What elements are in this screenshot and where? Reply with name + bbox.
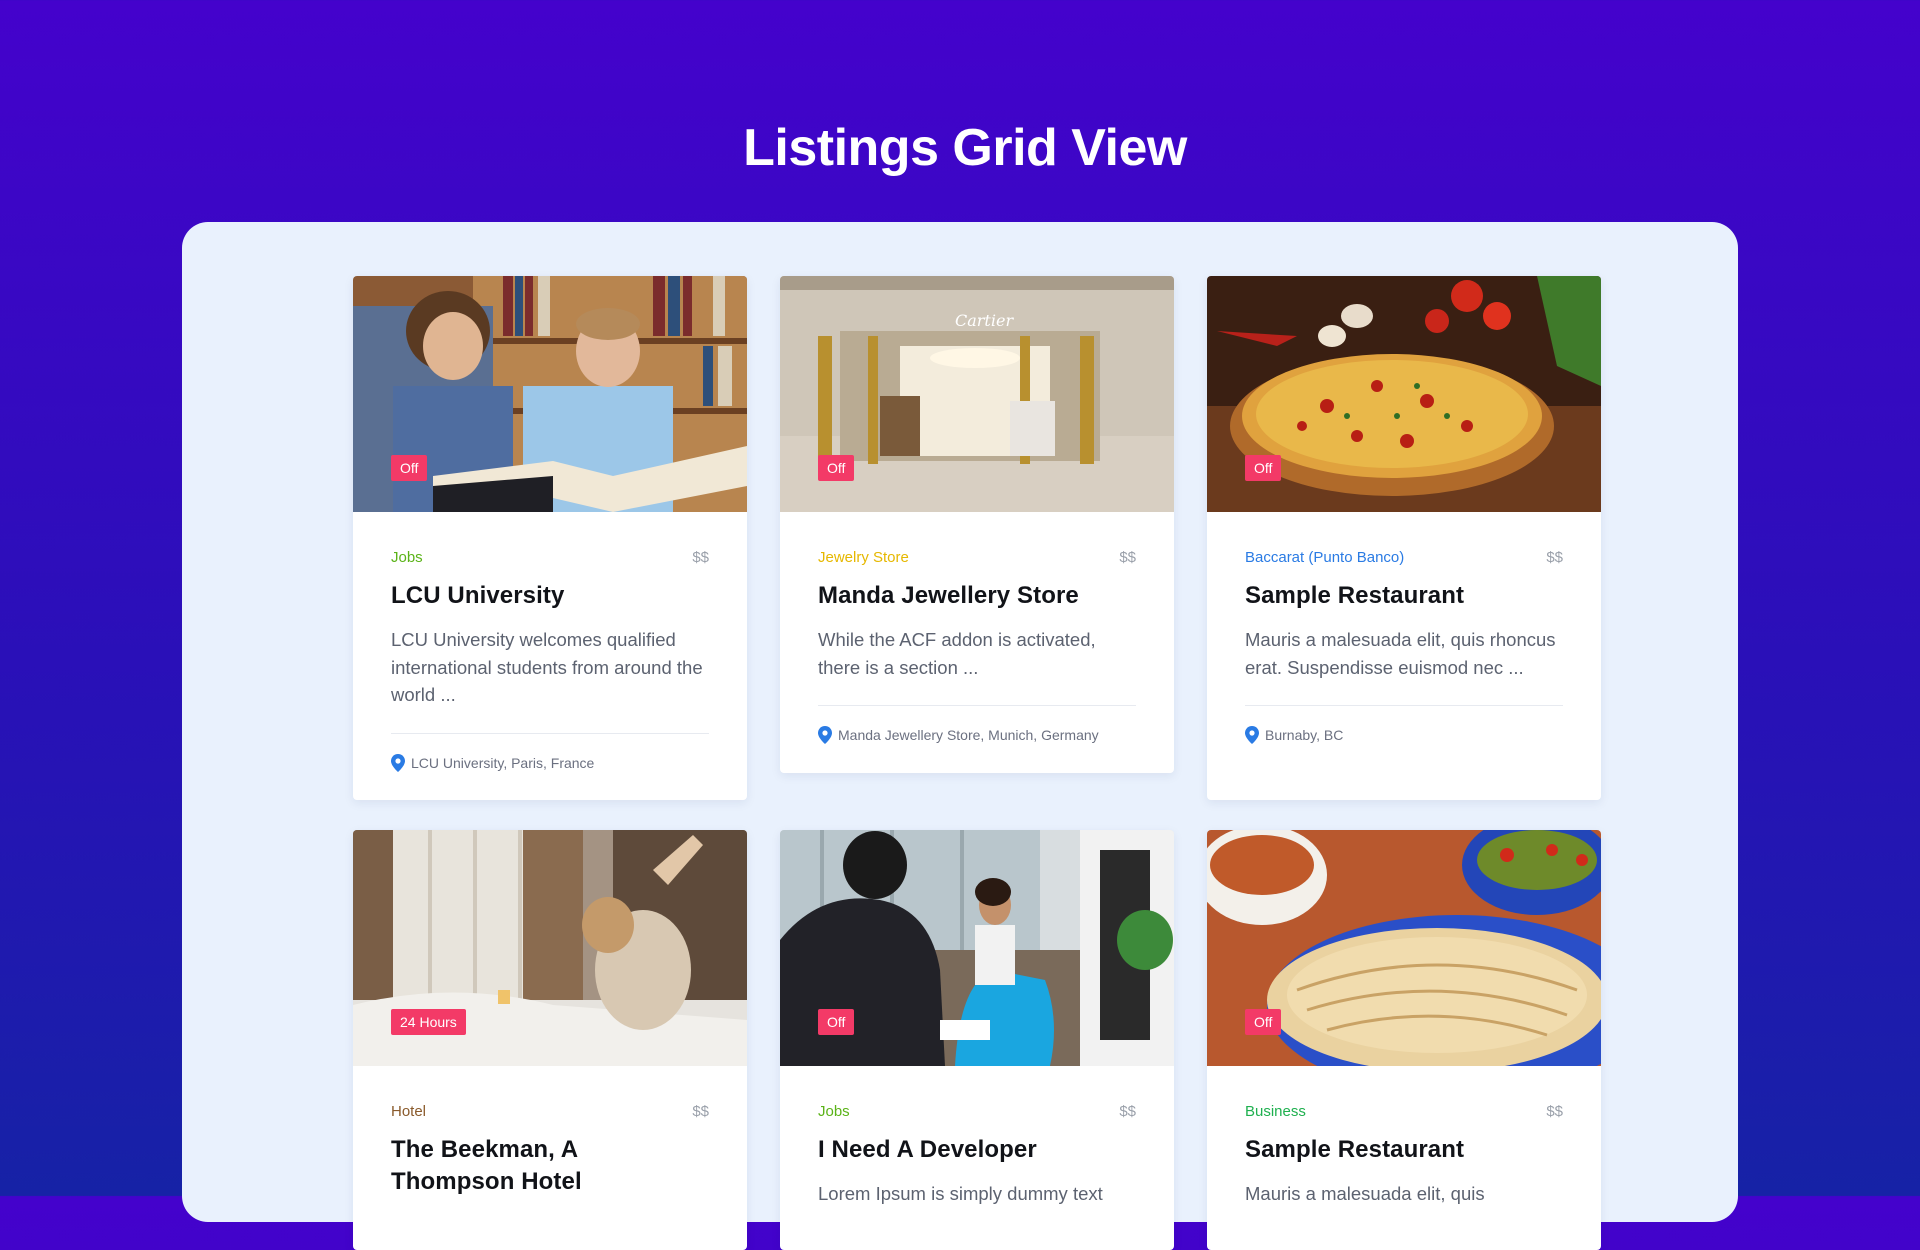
price-level: $$: [692, 548, 709, 566]
price-level: $$: [692, 1102, 709, 1120]
listing-image[interactable]: Cartier Off: [780, 276, 1174, 512]
listing-image[interactable]: Off: [353, 276, 747, 512]
status-badge: Off: [818, 455, 855, 481]
listing-title[interactable]: The Beekman, A Thompson Hotel: [391, 1134, 591, 1198]
category-label[interactable]: Jobs: [818, 1103, 850, 1120]
listing-image[interactable]: Off: [780, 830, 1174, 1066]
listing-location: Burnaby, BC: [1245, 706, 1563, 764]
location-text: Burnaby, BC: [1265, 727, 1344, 743]
listing-image[interactable]: Off: [1207, 830, 1601, 1066]
listing-card[interactable]: Off Jobs $$ I Need A Developer Lorem Ips…: [780, 830, 1174, 1250]
location-text: Manda Jewellery Store, Munich, Germany: [838, 727, 1099, 743]
listing-description: LCU University welcomes qualified intern…: [391, 629, 703, 705]
listing-description: Lorem Ipsum is simply dummy text: [818, 1183, 1103, 1204]
status-badge: Off: [1245, 455, 1282, 481]
listing-title[interactable]: Manda Jewellery Store: [818, 580, 1136, 612]
page-title: Listings Grid View: [743, 119, 1187, 177]
status-badge: Off: [1245, 1009, 1282, 1035]
location-text: LCU University, Paris, France: [411, 754, 595, 771]
listing-card[interactable]: Off Business $$ Sample Restaurant Mauris…: [1207, 830, 1601, 1250]
status-badge: Off: [818, 1009, 855, 1035]
category-label[interactable]: Jobs: [391, 549, 423, 566]
listing-title[interactable]: Sample Restaurant: [1245, 1134, 1563, 1166]
listing-location: Manda Jewellery Store, Munich, Germany: [818, 706, 1136, 764]
price-level: $$: [1119, 548, 1136, 566]
listing-card[interactable]: Off Jobs $$ LCU University LCU Universit…: [353, 276, 747, 800]
location-pin-icon: [818, 726, 832, 744]
price-level: $$: [1119, 1102, 1136, 1120]
location-pin-icon: [391, 753, 405, 772]
listing-description: Mauris a malesuada elit, quis: [1245, 1183, 1485, 1204]
listing-card[interactable]: 24 Hours Hotel $$ The Beekman, A Thompso…: [353, 830, 747, 1250]
listing-title[interactable]: LCU University: [391, 580, 709, 612]
location-pin-icon: [1245, 726, 1259, 744]
price-level: $$: [1546, 548, 1563, 566]
listing-card[interactable]: Cartier Off Jewelry Store $$ Manda Jewel…: [780, 276, 1174, 773]
listings-panel: Off Jobs $$ LCU University LCU Universit…: [182, 222, 1738, 1250]
category-label[interactable]: Hotel: [391, 1103, 426, 1120]
category-label[interactable]: Business: [1245, 1103, 1306, 1120]
category-label[interactable]: Jewelry Store: [818, 549, 909, 566]
listing-image[interactable]: 24 Hours: [353, 830, 747, 1066]
status-badge: Off: [391, 455, 428, 481]
listing-title[interactable]: Sample Restaurant: [1245, 580, 1563, 612]
svg-text:Cartier: Cartier: [955, 311, 1014, 330]
status-badge: 24 Hours: [391, 1009, 466, 1035]
listing-card[interactable]: Off Baccarat (Punto Banco) $$ Sample Res…: [1207, 276, 1601, 800]
listing-image[interactable]: Off: [1207, 276, 1601, 512]
price-level: $$: [1546, 1102, 1563, 1120]
category-label[interactable]: Baccarat (Punto Banco): [1245, 549, 1404, 566]
listing-location: LCU University, Paris, France: [391, 734, 709, 792]
listing-title[interactable]: I Need A Developer: [818, 1134, 1136, 1166]
listing-description: Mauris a malesuada elit, quis rhoncus er…: [1245, 629, 1556, 678]
listing-description: While the ACF addon is activated, there …: [818, 629, 1096, 678]
